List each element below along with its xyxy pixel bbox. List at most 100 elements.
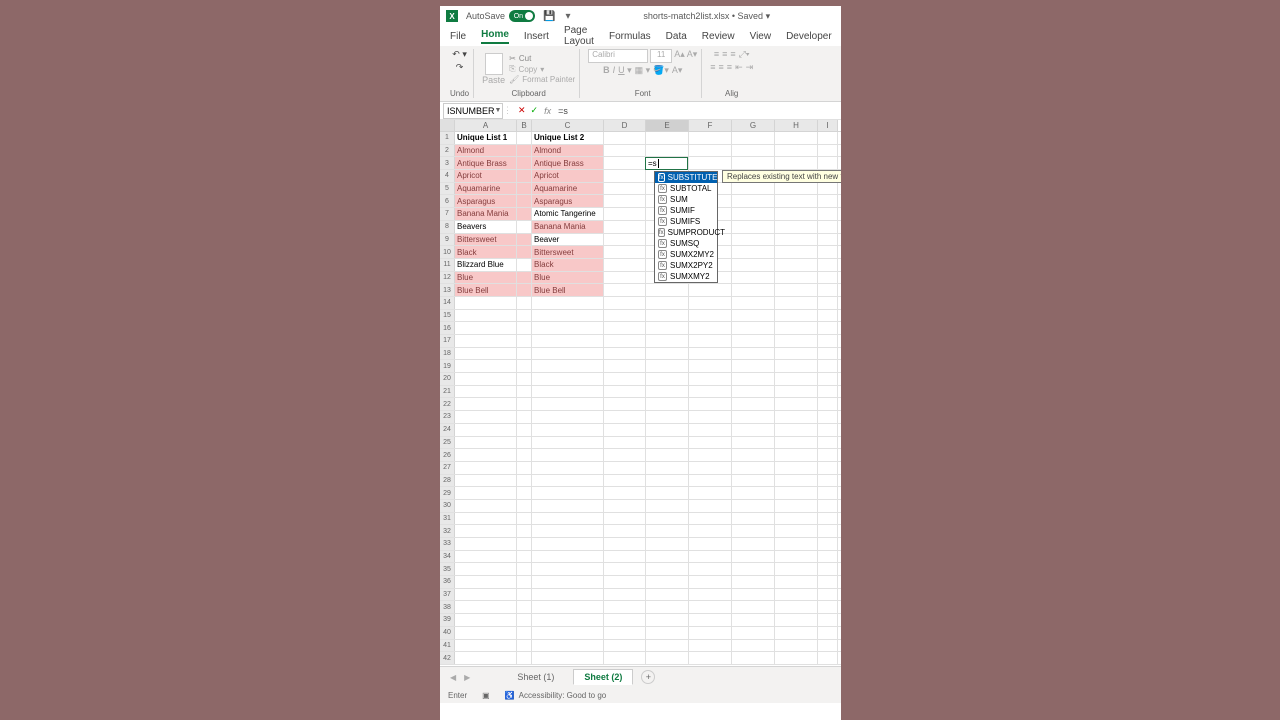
format-painter-button[interactable]: 🖌Format Painter xyxy=(509,75,575,84)
cell[interactable] xyxy=(818,234,838,246)
cell[interactable] xyxy=(604,373,646,385)
cell[interactable] xyxy=(455,360,517,372)
cell[interactable] xyxy=(775,563,818,575)
cell[interactable] xyxy=(775,449,818,461)
cell[interactable] xyxy=(646,462,689,474)
row-header[interactable]: 32 xyxy=(440,525,455,537)
cell[interactable] xyxy=(818,601,838,613)
cell[interactable] xyxy=(517,246,532,258)
cell[interactable] xyxy=(646,563,689,575)
cell[interactable] xyxy=(818,360,838,372)
cell[interactable]: Unique List 2 xyxy=(532,132,604,144)
cut-button[interactable]: ✂Cut xyxy=(509,54,575,63)
cell[interactable] xyxy=(775,246,818,258)
cell[interactable] xyxy=(455,449,517,461)
cell[interactable] xyxy=(517,563,532,575)
active-cell-editor[interactable]: =s xyxy=(645,157,688,170)
cell[interactable] xyxy=(517,348,532,360)
autocomplete-item[interactable]: fxSUMIFS xyxy=(655,216,717,227)
cell[interactable] xyxy=(517,335,532,347)
cell[interactable] xyxy=(775,614,818,626)
fx-icon[interactable]: fx xyxy=(544,106,551,116)
cell[interactable] xyxy=(818,513,838,525)
sheet-tab-2[interactable]: Sheet (2) xyxy=(573,669,633,685)
autocomplete-item[interactable]: fxSUMPRODUCT xyxy=(655,227,717,238)
row-header[interactable]: 26 xyxy=(440,449,455,461)
cell[interactable] xyxy=(646,437,689,449)
cell[interactable] xyxy=(732,411,775,423)
cell[interactable] xyxy=(455,551,517,563)
cell[interactable] xyxy=(532,538,604,550)
cell[interactable] xyxy=(818,614,838,626)
col-header-H[interactable]: H xyxy=(775,120,818,131)
cell[interactable] xyxy=(646,132,689,144)
italic-button[interactable]: I xyxy=(613,65,616,76)
cell[interactable] xyxy=(732,183,775,195)
row-header[interactable]: 34 xyxy=(440,551,455,563)
cell[interactable] xyxy=(775,513,818,525)
cell[interactable] xyxy=(455,525,517,537)
cell[interactable] xyxy=(517,449,532,461)
cell[interactable] xyxy=(532,652,604,664)
formula-bar[interactable]: =s xyxy=(555,106,841,116)
cell[interactable] xyxy=(604,259,646,271)
cell[interactable] xyxy=(689,360,732,372)
cell[interactable] xyxy=(532,513,604,525)
cell[interactable] xyxy=(775,601,818,613)
select-all-corner[interactable] xyxy=(440,120,455,131)
paste-button[interactable]: Paste xyxy=(482,53,505,85)
cell[interactable] xyxy=(775,640,818,652)
cell[interactable] xyxy=(689,462,732,474)
cell[interactable] xyxy=(732,475,775,487)
cell[interactable] xyxy=(818,386,838,398)
cell[interactable]: Apricot xyxy=(532,170,604,182)
cell[interactable] xyxy=(775,398,818,410)
cell[interactable]: Beavers xyxy=(455,221,517,233)
row-header[interactable]: 11 xyxy=(440,259,455,271)
cell[interactable] xyxy=(604,500,646,512)
cell[interactable] xyxy=(818,132,838,144)
cell[interactable]: Antique Brass xyxy=(532,157,604,169)
cell[interactable] xyxy=(455,614,517,626)
cell[interactable]: Aquamarine xyxy=(532,183,604,195)
cell[interactable] xyxy=(775,297,818,309)
cell[interactable] xyxy=(604,284,646,296)
cell[interactable] xyxy=(604,183,646,195)
cell[interactable] xyxy=(732,437,775,449)
cell[interactable] xyxy=(532,360,604,372)
cell[interactable] xyxy=(775,525,818,537)
row-header[interactable]: 16 xyxy=(440,322,455,334)
autocomplete-item[interactable]: fxSUBTOTAL xyxy=(655,183,717,194)
cell[interactable] xyxy=(532,424,604,436)
cell[interactable] xyxy=(689,373,732,385)
cell[interactable] xyxy=(775,627,818,639)
cell[interactable] xyxy=(532,335,604,347)
cell[interactable] xyxy=(646,411,689,423)
cell[interactable] xyxy=(517,424,532,436)
font-size-dropdown[interactable]: 11 xyxy=(650,49,672,63)
cell[interactable] xyxy=(775,335,818,347)
cell[interactable] xyxy=(604,627,646,639)
cell[interactable] xyxy=(455,297,517,309)
cell[interactable] xyxy=(455,652,517,664)
cell[interactable] xyxy=(646,360,689,372)
cell[interactable] xyxy=(775,208,818,220)
cell[interactable] xyxy=(818,322,838,334)
row-header[interactable]: 31 xyxy=(440,513,455,525)
cell[interactable] xyxy=(532,614,604,626)
cell[interactable] xyxy=(689,627,732,639)
cell[interactable] xyxy=(818,500,838,512)
cell[interactable] xyxy=(775,322,818,334)
cell[interactable] xyxy=(732,195,775,207)
cell[interactable]: Black xyxy=(532,259,604,271)
tab-view[interactable]: View xyxy=(750,31,772,42)
cell[interactable] xyxy=(689,538,732,550)
cell[interactable] xyxy=(818,462,838,474)
cell[interactable] xyxy=(732,551,775,563)
col-header-E[interactable]: E xyxy=(646,120,689,131)
copy-button[interactable]: ⎘Copy ▾ xyxy=(509,64,575,74)
orientation-icon[interactable]: ⤢▾ xyxy=(739,49,750,60)
cell[interactable] xyxy=(818,297,838,309)
cell[interactable]: Beaver xyxy=(532,234,604,246)
cell[interactable] xyxy=(532,348,604,360)
